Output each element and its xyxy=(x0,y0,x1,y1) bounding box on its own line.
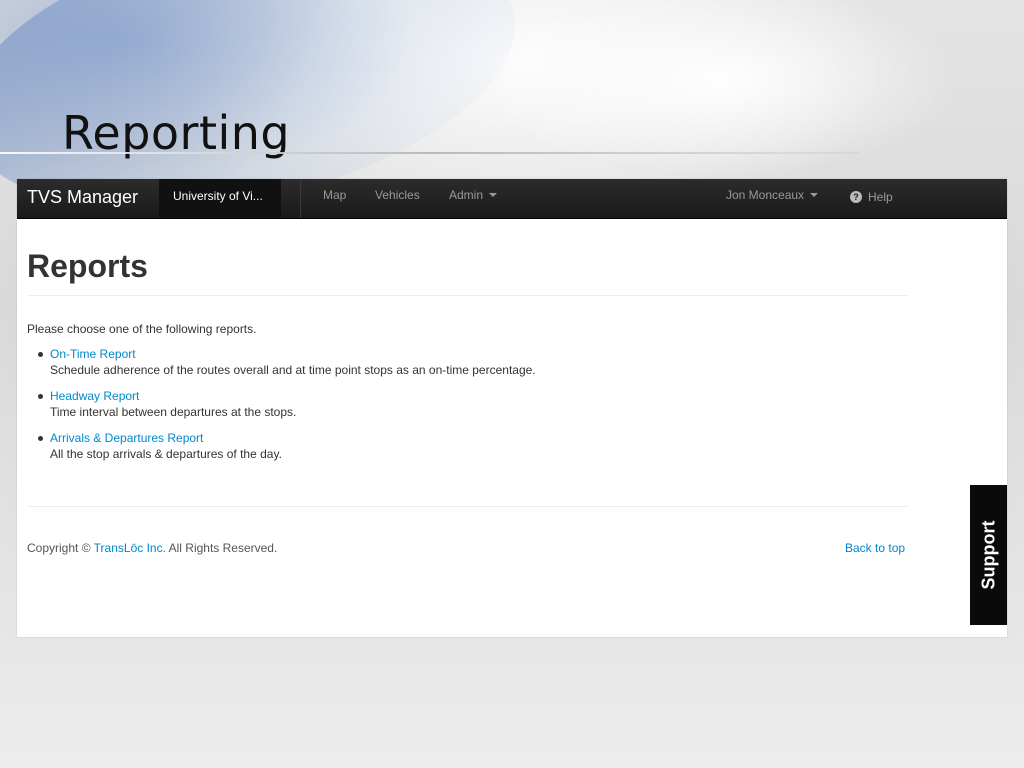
footer-copyright: Copyright © TransLōc Inc. All Rights Res… xyxy=(27,541,277,555)
page-title: Reports xyxy=(27,248,148,284)
company-link[interactable]: TransLōc Inc. xyxy=(94,541,166,555)
help-link[interactable]: ? Help xyxy=(850,181,893,220)
copyright-prefix: Copyright © xyxy=(27,541,91,555)
nav-link-map[interactable]: Map xyxy=(323,179,346,218)
user-name: Jon Monceaux xyxy=(726,188,805,202)
report-description: All the stop arrivals & departures of th… xyxy=(50,447,282,461)
app-screenshot: TVS Manager University of Vi... Map Vehi… xyxy=(17,179,1007,637)
list-item: Arrivals & Departures Report All the sto… xyxy=(27,431,536,473)
nav-link-vehicles[interactable]: Vehicles xyxy=(375,179,420,218)
help-label: Help xyxy=(868,190,893,204)
list-item: Headway Report Time interval between dep… xyxy=(27,389,536,431)
admin-label: Admin xyxy=(449,188,484,202)
nav-divider xyxy=(300,179,301,218)
on-time-report-link[interactable]: On-Time Report xyxy=(50,347,536,362)
bullet-icon xyxy=(38,394,43,399)
rights-text: All Rights Reserved. xyxy=(168,541,278,555)
question-icon: ? xyxy=(850,190,862,203)
chevron-down-icon xyxy=(810,192,819,197)
report-description: Schedule adherence of the routes overall… xyxy=(50,363,536,377)
footer-divider xyxy=(27,506,908,507)
bullet-icon xyxy=(38,352,43,357)
nav-dropdown-admin[interactable]: Admin xyxy=(449,179,498,218)
report-list: On-Time Report Schedule adherence of the… xyxy=(27,347,536,473)
brand-link[interactable]: TVS Manager xyxy=(27,187,138,208)
top-navbar: TVS Manager University of Vi... Map Vehi… xyxy=(17,179,1007,219)
chevron-down-icon xyxy=(489,192,498,197)
intro-text: Please choose one of the following repor… xyxy=(27,322,257,336)
arrivals-departures-report-link[interactable]: Arrivals & Departures Report xyxy=(50,431,536,446)
organization-selector[interactable]: University of Vi... xyxy=(159,179,281,218)
bullet-icon xyxy=(38,436,43,441)
list-item: On-Time Report Schedule adherence of the… xyxy=(27,347,536,389)
user-menu[interactable]: Jon Monceaux xyxy=(726,179,819,218)
support-tab-button[interactable]: Support xyxy=(970,485,1007,625)
report-description: Time interval between departures at the … xyxy=(50,405,297,419)
slide-decoration-sweep xyxy=(420,0,1024,200)
back-to-top-link[interactable]: Back to top xyxy=(845,541,905,555)
support-label: Support xyxy=(978,520,998,590)
title-rule xyxy=(0,152,860,154)
headway-report-link[interactable]: Headway Report xyxy=(50,389,536,404)
heading-divider xyxy=(27,295,908,296)
